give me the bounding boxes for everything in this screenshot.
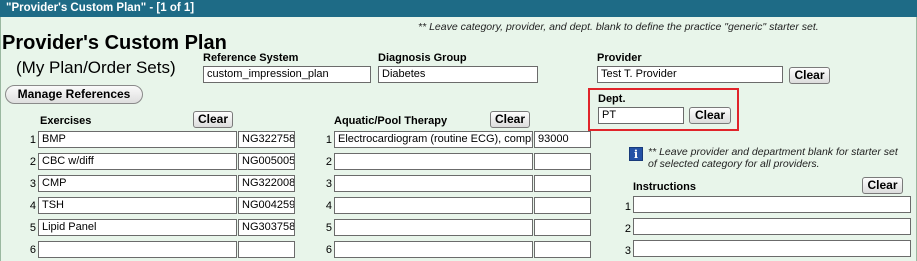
dept-label: Dept. (598, 93, 626, 105)
instruction-field[interactable] (633, 240, 911, 257)
aquatic-row-number: 6 (325, 244, 332, 256)
generic-starter-note: ** Leave category, provider, and dept. b… (418, 21, 819, 33)
window-title-bar: "Provider's Custom Plan" - [1 of 1] (0, 0, 917, 17)
aquatic-name-field[interactable] (334, 197, 533, 214)
aquatic-code-field[interactable]: 93000 (534, 131, 591, 148)
exercise-row-number: 4 (29, 200, 36, 212)
exercise-code-field[interactable]: NG322008 (238, 175, 295, 192)
exercise-name-field[interactable]: TSH (38, 197, 237, 214)
dept-field[interactable]: PT (598, 107, 684, 124)
aquatic-therapy-header: Aquatic/Pool Therapy (334, 115, 448, 127)
exercise-row-number: 2 (29, 156, 36, 168)
aquatic-name-field[interactable] (334, 219, 533, 236)
instructions-clear-button[interactable]: Clear (862, 177, 903, 194)
exercise-name-field[interactable]: CBC w/diff (38, 153, 237, 170)
aquatic-row-number: 2 (325, 156, 332, 168)
reference-system-label: Reference System (203, 52, 299, 64)
provider-clear-button[interactable]: Clear (789, 67, 830, 84)
diagnosis-group-field[interactable]: Diabetes (378, 66, 538, 83)
exercise-code-field[interactable] (238, 241, 295, 258)
starter-set-note: ** Leave provider and department blank f… (648, 146, 898, 170)
aquatic-name-field[interactable]: Electrocardiogram (routine ECG), complet… (334, 131, 533, 148)
aquatic-row-number: 3 (325, 178, 332, 190)
exercise-name-field[interactable] (38, 241, 237, 258)
instruction-row-number: 2 (624, 223, 631, 235)
instruction-row-number: 3 (624, 245, 631, 257)
instruction-field[interactable] (633, 218, 911, 235)
aquatic-code-field[interactable] (534, 175, 591, 192)
exercise-code-field[interactable]: NG322758 (238, 131, 295, 148)
exercises-clear-button[interactable]: Clear (193, 111, 233, 128)
info-icon: i (629, 147, 643, 161)
aquatic-name-field[interactable] (334, 175, 533, 192)
aquatic-therapy-clear-button[interactable]: Clear (490, 111, 530, 128)
provider-field[interactable]: Test T. Provider (597, 66, 783, 83)
dept-clear-button[interactable]: Clear (689, 107, 731, 124)
exercise-name-field[interactable]: Lipid Panel (38, 219, 237, 236)
exercise-code-field[interactable]: NG303758 (238, 219, 295, 236)
exercises-header: Exercises (40, 115, 92, 127)
reference-system-field[interactable]: custom_impression_plan (203, 66, 371, 83)
exercise-row-number: 6 (29, 244, 36, 256)
aquatic-code-field[interactable] (534, 219, 591, 236)
aquatic-name-field[interactable] (334, 241, 533, 258)
aquatic-code-field[interactable] (534, 153, 591, 170)
exercise-code-field[interactable]: NG005005 (238, 153, 295, 170)
aquatic-row-number: 1 (325, 134, 332, 146)
instruction-field[interactable] (633, 196, 911, 213)
manage-references-button[interactable]: Manage References (5, 85, 143, 104)
instructions-header: Instructions (633, 181, 696, 193)
exercise-row-number: 1 (29, 134, 36, 146)
page-title: Provider's Custom Plan (2, 32, 227, 54)
exercise-row-number: 3 (29, 178, 36, 190)
page-subtitle: (My Plan/Order Sets) (16, 58, 176, 77)
exercise-name-field[interactable]: BMP (38, 131, 237, 148)
aquatic-code-field[interactable] (534, 197, 591, 214)
aquatic-name-field[interactable] (334, 153, 533, 170)
aquatic-row-number: 5 (325, 222, 332, 234)
exercise-name-field[interactable]: CMP (38, 175, 237, 192)
instruction-row-number: 1 (624, 201, 631, 213)
aquatic-code-field[interactable] (534, 241, 591, 258)
window-title: "Provider's Custom Plan" - [1 of 1] (6, 2, 195, 14)
exercise-row-number: 5 (29, 222, 36, 234)
aquatic-row-number: 4 (325, 200, 332, 212)
exercise-code-field[interactable]: NG004259 (238, 197, 295, 214)
provider-label: Provider (597, 52, 642, 64)
diagnosis-group-label: Diagnosis Group (378, 52, 467, 64)
